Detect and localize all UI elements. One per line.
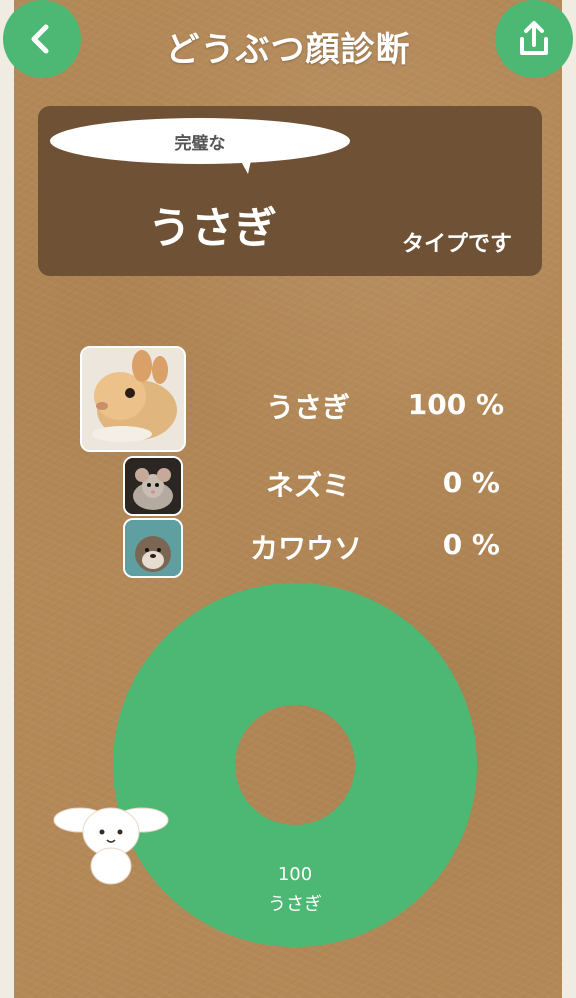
rabbit-photo (80, 346, 186, 452)
ranking-percent-3: 0 % (442, 528, 500, 561)
share-icon (520, 21, 548, 55)
donut-chart: 100 うさぎ (112, 583, 477, 947)
result-card: 完璧な うさぎ タイプです (38, 106, 542, 276)
qualifier-bubble: 完璧な (50, 118, 350, 164)
mouse-photo (123, 456, 183, 516)
bubble-tail (238, 156, 252, 174)
donut-slice-1 (112, 583, 477, 947)
otter-photo (123, 518, 183, 578)
qualifier-text: 完璧な (174, 133, 226, 154)
donut-slice-value-1: 100 (278, 864, 312, 885)
result-suffix: タイプです (401, 232, 512, 257)
ranking-name-2: ネズミ (265, 469, 350, 502)
donut-slice-label-1: うさぎ (268, 894, 322, 915)
share-button[interactable] (495, 0, 573, 78)
result-animal-name: うさぎ (148, 204, 277, 254)
page-title: どうぶつ顔診断 (165, 30, 411, 70)
ranking-percent-2: 0 % (442, 466, 500, 499)
ranking-percent-1: 100 % (407, 388, 504, 421)
result-chart: 100 うさぎ (0, 580, 576, 980)
bunny-mascot (52, 790, 172, 890)
ranking-name-1: うさぎ (265, 391, 350, 424)
ranking-name-3: カワウソ (249, 532, 362, 565)
